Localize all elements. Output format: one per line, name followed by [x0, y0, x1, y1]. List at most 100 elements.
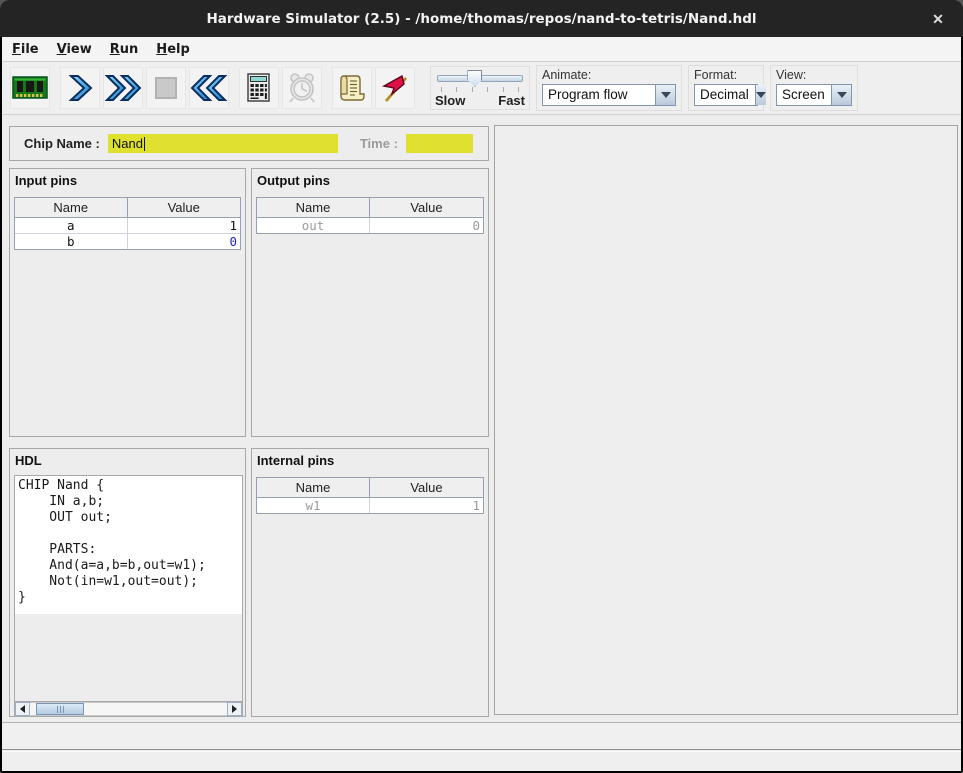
menubar: File View Run Help [2, 37, 961, 62]
column-header-value: Value [370, 198, 483, 217]
output-pins-panel: Output pins Name Value out 0 [251, 168, 489, 437]
chip-name-value: Nand [108, 136, 143, 151]
pin-value[interactable]: 1 [128, 218, 241, 233]
animate-dropdown-button[interactable] [655, 85, 675, 105]
pin-value[interactable]: 0 [128, 234, 241, 249]
format-group: Format: Decimal [688, 65, 764, 111]
hdl-title: HDL [10, 449, 245, 471]
chip-name-input[interactable]: Nand [108, 134, 338, 153]
chevron-down-icon [756, 92, 766, 98]
titlebar: Hardware Simulator (2.5) - /home/thomas/… [0, 0, 963, 37]
scroll-left-button[interactable] [15, 702, 30, 716]
red-flag-icon [380, 72, 410, 104]
output-pins-table: Name Value out 0 [256, 197, 484, 234]
text-caret [144, 137, 145, 151]
pin-name: out [257, 218, 370, 233]
format-dropdown-button[interactable] [755, 85, 766, 105]
internal-pins-table: Name Value w1 1 [256, 477, 484, 514]
format-label: Format: [694, 68, 758, 82]
internal-pins-panel: Internal pins Name Value w1 1 [251, 448, 489, 717]
slider-fast-label: Fast [498, 93, 525, 108]
triangle-left-icon [20, 705, 25, 713]
status-bar [2, 722, 961, 750]
input-pins-panel: Input pins Name Value a 1 b 0 [9, 168, 246, 437]
column-header-value: Value [370, 478, 483, 497]
pin-name: w1 [257, 498, 370, 513]
animate-group: Animate: Program flow [536, 65, 682, 111]
scrollbar-track[interactable] [30, 702, 227, 716]
slider-slow-label: Slow [435, 93, 465, 108]
calculator-icon [245, 72, 273, 104]
menu-run[interactable]: Run [108, 39, 149, 60]
internal-pins-title: Internal pins [252, 449, 488, 471]
view-group: View: Screen [770, 65, 858, 111]
output-pins-title: Output pins [252, 169, 488, 191]
hdl-code[interactable]: CHIP Nand { IN a,b; OUT out; PARTS: And(… [15, 476, 242, 614]
pin-value[interactable]: 0 [370, 218, 483, 233]
close-icon[interactable]: ✕ [927, 8, 949, 30]
chevron-down-icon [661, 92, 671, 98]
hdl-panel: HDL CHIP Nand { IN a,b; OUT out; PARTS: … [9, 448, 246, 717]
table-row: out 0 [257, 218, 483, 234]
chip-header-panel: Chip Name : Nand Time : [9, 126, 489, 161]
evaluate-button[interactable] [239, 67, 279, 109]
triangle-right-icon [232, 705, 237, 713]
animate-selected-value: Program flow [543, 85, 655, 105]
table-row: w1 1 [257, 498, 483, 514]
column-header-value: Value [128, 198, 241, 217]
pin-value[interactable]: 1 [370, 498, 483, 513]
column-header-name: Name [257, 198, 370, 217]
alarm-clock-icon [287, 72, 317, 104]
speed-slider[interactable] [435, 69, 525, 87]
window-frame: File View Run Help [2, 37, 961, 771]
speed-slider-group: Slow Fast [430, 66, 530, 110]
column-header-name: Name [15, 198, 128, 217]
hardware-simulator-window: Hardware Simulator (2.5) - /home/thomas/… [0, 0, 963, 773]
animate-label: Animate: [542, 68, 676, 82]
scrollbar-thumb[interactable] [36, 703, 84, 715]
pin-name: b [15, 234, 128, 249]
hdl-horizontal-scrollbar[interactable] [15, 701, 242, 716]
table-row: b 0 [15, 234, 240, 250]
menu-view[interactable]: View [55, 39, 102, 60]
toolbar: Slow Fast Animate: Program flow Format: … [2, 62, 961, 115]
view-script-button[interactable] [332, 67, 372, 109]
single-step-button[interactable] [60, 67, 100, 109]
chip-display-area [494, 125, 958, 715]
input-pins-table: Name Value a 1 b 0 [14, 197, 241, 250]
chip-name-label: Chip Name : [24, 136, 100, 151]
memory-chip-icon [12, 75, 48, 101]
window-title: Hardware Simulator (2.5) - /home/thomas/… [206, 11, 756, 27]
pin-name: a [15, 218, 128, 233]
run-icon [104, 73, 142, 103]
reset-button[interactable] [189, 67, 229, 109]
stop-button[interactable] [146, 67, 186, 109]
time-label: Time : [360, 136, 398, 151]
view-selected-value: Screen [777, 85, 831, 105]
load-chip-button[interactable] [10, 67, 50, 109]
stop-icon [153, 75, 179, 101]
chevron-down-icon [837, 92, 847, 98]
animate-select[interactable]: Program flow [542, 84, 676, 106]
scroll-right-button[interactable] [227, 702, 242, 716]
view-select[interactable]: Screen [776, 84, 852, 106]
input-pins-title: Input pins [10, 169, 245, 191]
format-selected-value: Decimal [695, 85, 755, 105]
table-row: a 1 [15, 218, 240, 234]
clock-button[interactable] [282, 67, 322, 109]
time-input[interactable] [406, 134, 473, 153]
bottom-strip [2, 751, 961, 771]
view-dropdown-button[interactable] [831, 85, 851, 105]
hdl-viewport: CHIP Nand { IN a,b; OUT out; PARTS: And(… [14, 475, 243, 717]
view-label: View: [776, 68, 852, 82]
format-select[interactable]: Decimal [694, 84, 758, 106]
menu-help[interactable]: Help [154, 39, 199, 60]
rewind-icon [190, 73, 228, 103]
column-header-name: Name [257, 478, 370, 497]
run-button[interactable] [103, 67, 143, 109]
breakpoints-button[interactable] [375, 67, 415, 109]
menu-file[interactable]: File [10, 39, 49, 60]
single-step-icon [66, 73, 94, 103]
slider-thumb[interactable] [467, 70, 482, 87]
script-scroll-icon [337, 72, 367, 104]
